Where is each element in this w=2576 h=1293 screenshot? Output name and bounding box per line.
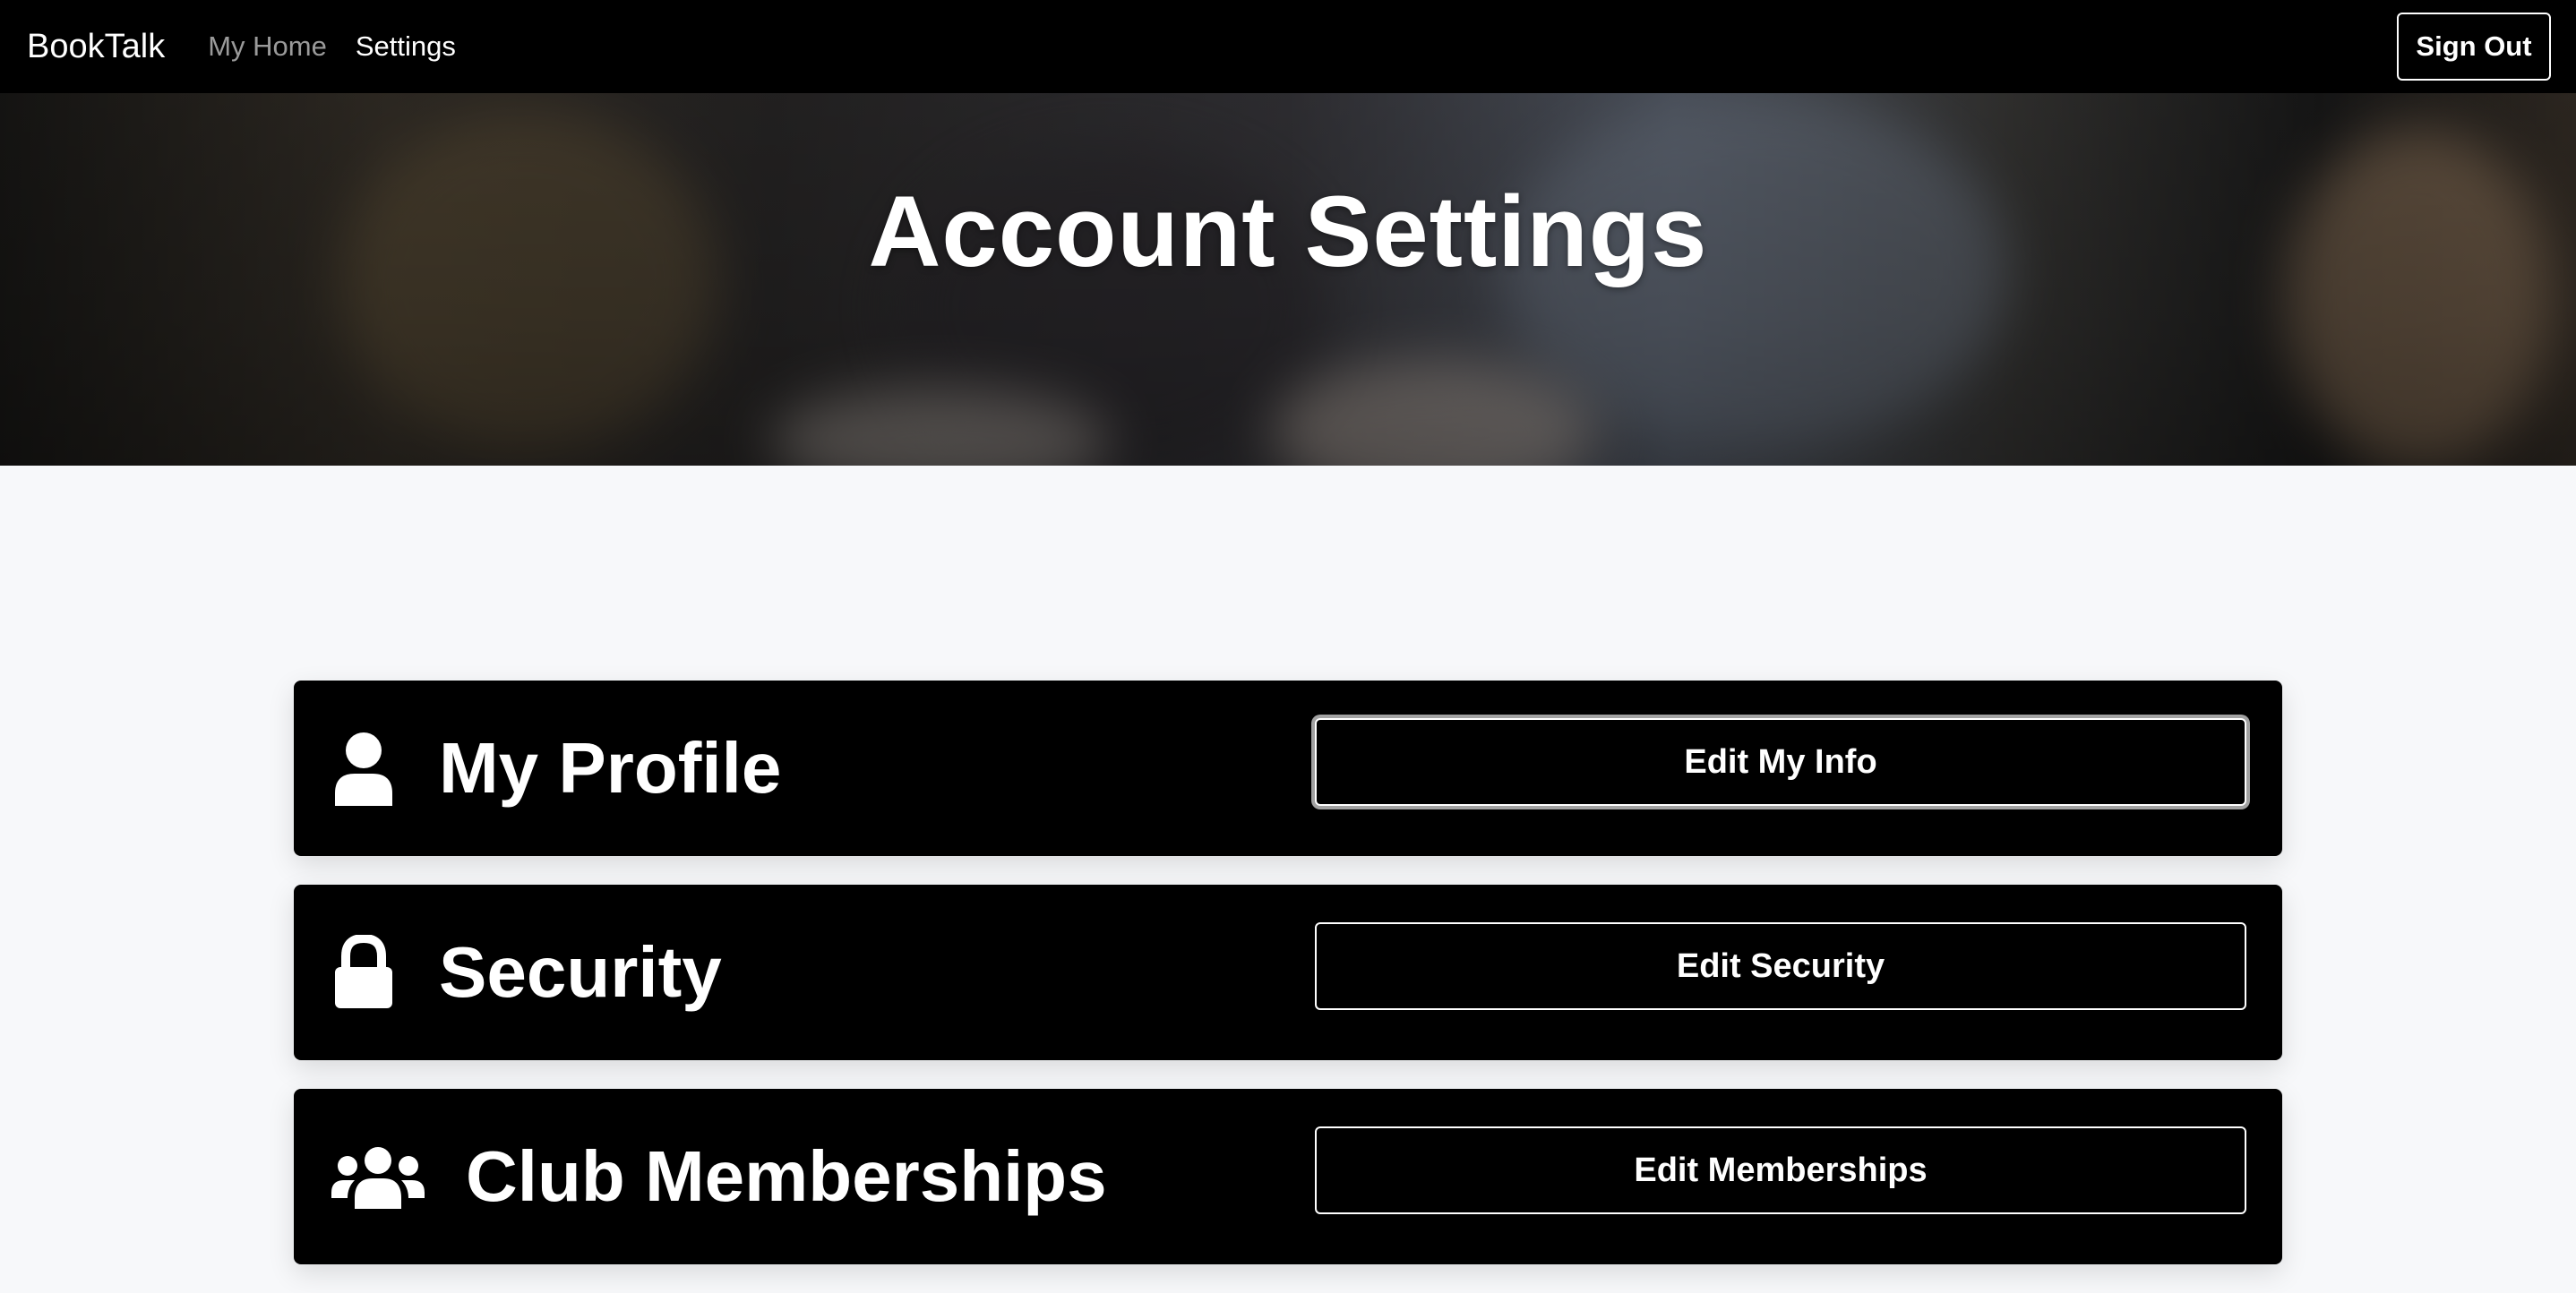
user-icon bbox=[331, 731, 407, 806]
security-card: Security Edit Security bbox=[294, 885, 2282, 1060]
hero-banner: Account Settings bbox=[0, 93, 2576, 466]
top-navbar: BookTalk My Home Settings Sign Out bbox=[0, 0, 2576, 93]
edit-memberships-button[interactable]: Edit Memberships bbox=[1315, 1126, 2246, 1214]
nav-link-settings[interactable]: Settings bbox=[356, 30, 456, 63]
sign-out-button[interactable]: Sign Out bbox=[2397, 13, 2551, 81]
profile-card: My Profile Edit My Info bbox=[294, 681, 2282, 856]
lock-icon bbox=[331, 935, 407, 1010]
settings-card-list: My Profile Edit My Info Security Edit Se… bbox=[294, 681, 2282, 1293]
security-card-title: Security bbox=[439, 932, 722, 1012]
brand-logo[interactable]: BookTalk bbox=[27, 28, 165, 66]
edit-my-info-button[interactable]: Edit My Info bbox=[1315, 718, 2246, 806]
club-memberships-card-title: Club Memberships bbox=[466, 1136, 1107, 1216]
profile-card-title: My Profile bbox=[439, 728, 782, 808]
users-icon bbox=[331, 1139, 425, 1214]
page-title: Account Settings bbox=[868, 176, 1708, 287]
nav-link-my-home[interactable]: My Home bbox=[208, 30, 327, 63]
edit-security-button[interactable]: Edit Security bbox=[1315, 922, 2246, 1010]
club-memberships-card: Club Memberships Edit Memberships bbox=[294, 1089, 2282, 1264]
